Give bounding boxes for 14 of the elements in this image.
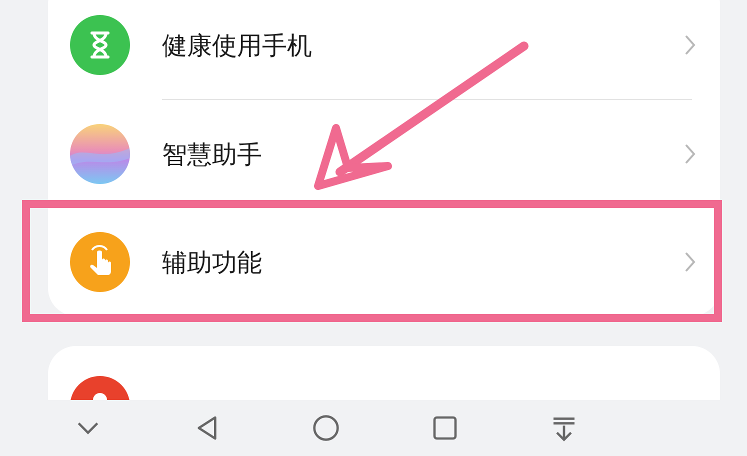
chevron-icon — [684, 142, 696, 166]
home-icon[interactable] — [312, 414, 340, 442]
hourglass-icon — [70, 15, 130, 75]
recents-icon[interactable] — [431, 414, 459, 442]
settings-item[interactable]: 辅助功能 — [48, 208, 720, 316]
settings-item[interactable]: 智慧助手 — [48, 100, 720, 208]
item-label: 辅助功能 — [162, 246, 263, 278]
hand-icon — [70, 232, 130, 292]
item-label: 智慧助手 — [162, 138, 263, 170]
chevron-icon — [684, 33, 696, 57]
item-label: 健康使用手机 — [162, 30, 313, 62]
orb-icon — [70, 124, 130, 184]
settings-item[interactable]: 健康使用手机 — [48, 0, 720, 99]
chevron-icon — [684, 250, 696, 274]
